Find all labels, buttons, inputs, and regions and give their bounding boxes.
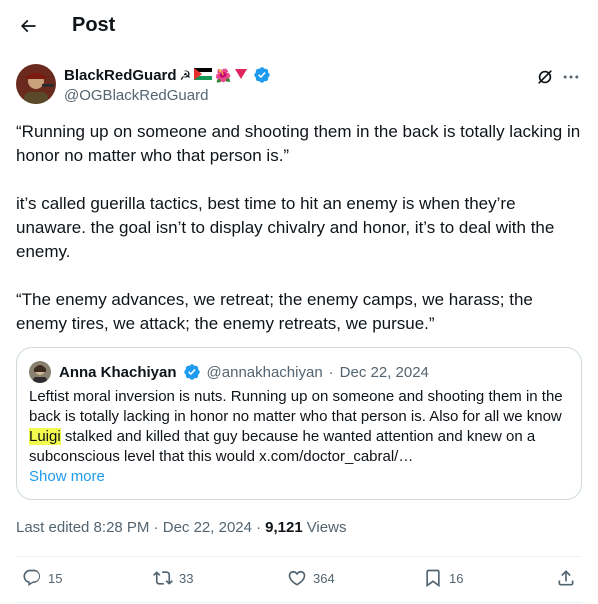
- avatar[interactable]: [16, 64, 56, 104]
- post-text: “Running up on someone and shooting them…: [16, 120, 582, 336]
- repost-button[interactable]: 33: [153, 568, 193, 588]
- quoted-separator: ·: [328, 363, 334, 381]
- post-paragraph: it’s called guerilla tactics, best time …: [16, 194, 555, 261]
- page-title: Post: [72, 14, 116, 36]
- bookmark-button[interactable]: 16: [423, 568, 463, 588]
- share-icon: [558, 570, 574, 586]
- quoted-date: Dec 22, 2024: [339, 363, 429, 381]
- author-handle[interactable]: @OGBlackRedGuard: [64, 87, 271, 104]
- back-button[interactable]: [12, 10, 44, 42]
- quoted-text-part: Leftist moral inversion is nuts. Running…: [29, 388, 563, 425]
- quoted-text-part: stalked and killed that guy because he w…: [29, 428, 536, 465]
- verified-badge-icon: [183, 364, 200, 380]
- post-author: BlackRedGuard ☭ 🌺 @OGBlackRedGuard: [16, 64, 582, 108]
- show-more-link[interactable]: Show more: [29, 467, 105, 487]
- hammer-sickle-emoji: ☭: [179, 67, 192, 83]
- more-options-button[interactable]: [560, 66, 582, 88]
- bookmark-icon: [426, 569, 440, 588]
- quoted-post-header: Anna Khachiyan @annakhachiyan · Dec 22, …: [29, 361, 429, 383]
- action-bar: 15 33 364 16: [16, 556, 582, 602]
- quoted-post-text: Leftist moral inversion is nuts. Running…: [29, 387, 569, 467]
- share-button[interactable]: [556, 568, 576, 588]
- post-paragraph: “Running up on someone and shooting them…: [16, 122, 581, 165]
- quoted-handle: @annakhachiyan: [206, 363, 323, 381]
- hibiscus-emoji: 🌺: [215, 67, 232, 83]
- grok-icon: [538, 70, 552, 84]
- palestine-flag-icon: [194, 68, 213, 82]
- author-display-name[interactable]: BlackRedGuard: [64, 67, 177, 84]
- reply-button[interactable]: 15: [22, 568, 62, 588]
- views-count: 9,121: [265, 518, 303, 536]
- divider: [16, 602, 582, 603]
- highlighted-term: Luigi: [29, 428, 61, 445]
- red-triangle-icon: [234, 68, 248, 82]
- arrow-left-icon: [20, 19, 36, 33]
- reply-icon: [23, 569, 41, 586]
- post-meta: Last edited 8:28 PM · Dec 22, 2024 · 9,1…: [16, 517, 346, 537]
- quoted-avatar: [29, 361, 51, 383]
- grok-button[interactable]: [534, 66, 556, 88]
- post-paragraph: “The enemy advances, we retreat; the ene…: [16, 290, 533, 333]
- top-bar: Post: [0, 0, 598, 53]
- repost-count: 33: [179, 570, 194, 586]
- quoted-display-name: Anna Khachiyan: [59, 363, 177, 381]
- like-button[interactable]: 364: [287, 568, 335, 588]
- more-dots-icon: [563, 75, 579, 79]
- repost-icon: [153, 571, 173, 585]
- verified-badge-icon: [254, 67, 271, 83]
- bookmark-count: 16: [449, 570, 464, 586]
- views-label: Views: [306, 518, 347, 536]
- edited-timestamp[interactable]: Last edited 8:28 PM · Dec 22, 2024 ·: [16, 519, 261, 536]
- quoted-post[interactable]: Anna Khachiyan @annakhachiyan · Dec 22, …: [16, 347, 582, 500]
- heart-icon: [288, 570, 306, 586]
- author-info: BlackRedGuard ☭ 🌺 @OGBlackRedGuard: [64, 65, 271, 104]
- reply-count: 15: [48, 570, 63, 586]
- like-count: 364: [313, 570, 335, 586]
